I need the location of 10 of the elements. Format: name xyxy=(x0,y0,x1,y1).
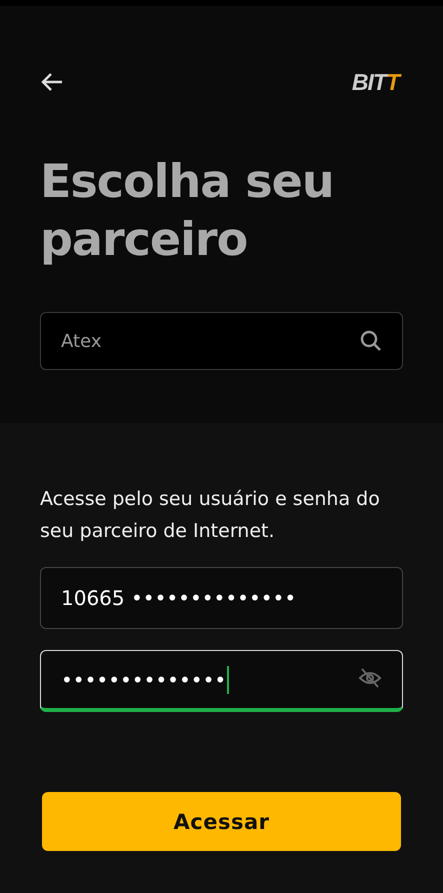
eye-slash-icon[interactable] xyxy=(358,666,382,688)
back-arrow-icon[interactable] xyxy=(40,72,64,92)
submit-button[interactable]: Acessar xyxy=(42,792,401,851)
username-field[interactable]: 10665 •••••••••••••• xyxy=(40,567,403,629)
search-icon[interactable] xyxy=(360,330,382,352)
page-title: Escolha seu parceiro xyxy=(40,153,335,268)
instructions-text: Acesse pelo seu usuário e senha do seu parceiro de Internet. xyxy=(40,487,381,544)
password-field[interactable]: •••••••••••••• xyxy=(40,650,403,712)
search-field[interactable]: Atex xyxy=(40,312,403,370)
logo: BITT xyxy=(352,68,399,96)
